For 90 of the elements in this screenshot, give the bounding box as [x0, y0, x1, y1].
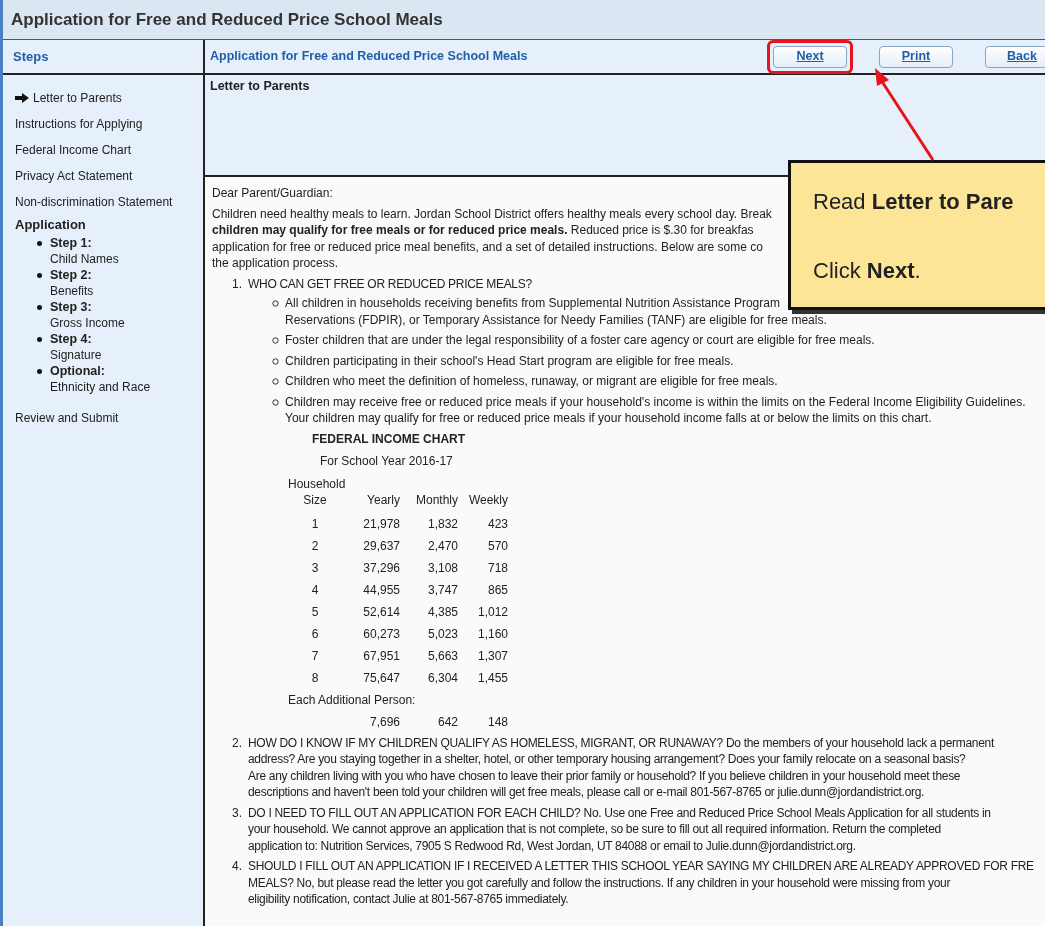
- sidebar-item[interactable]: Step 3: Gross Income: [15, 298, 125, 331]
- bullet-icon: [37, 368, 42, 374]
- bullet-icon: [37, 240, 42, 246]
- table-cell-text: 21,978: [362, 515, 400, 532]
- table-cell-text: 3: [310, 559, 320, 576]
- intro-paragraph: Children need healthy meals to learn. Jordan School District offers healthy meals every school day. Break children may qualify for free meals or for reduced price meals. Reduced price is $.30 for breakfas application for free or reduced price meal benefits, and a set of detailed instructions. Below are some co the application process.: [212, 205, 772, 272]
- column-header: Monthly: [414, 492, 458, 509]
- list-number: 2.: [232, 734, 243, 752]
- list-number: 4.: [232, 858, 243, 875]
- table-cell-text: 6,304: [426, 669, 458, 686]
- sidebar-item[interactable]: Instructions for Applying: [15, 111, 143, 137]
- table-cell-text: 60,273: [362, 625, 400, 642]
- sidebar-group-label: Application: [15, 216, 86, 234]
- table-cell-text: 3,108: [426, 559, 458, 576]
- table-cell-text: 5,663: [426, 647, 458, 664]
- question-text: HOW DO I KNOW IF MY CHILDREN QUALIFY AS HOMELESS, MIGRANT, OR RUNAWAY? Do the members of your household lack a permanent address? Are you staying together in a shelter, hotel, or other temporary housing arrangement? Does your family relocate on a seasonal basis? Are any children living with you who have chosen to leave their prior family or household? If you believe children in your household meet these descriptions and haven't been told your children will get free meals, please call or e-mail 801-567-8765 or julie.dunn@jordandistrict.org.: [248, 734, 994, 801]
- bullet-icon: [272, 337, 279, 344]
- section-title: Letter to Parents: [210, 79, 310, 93]
- table-cell-text: 1,455: [476, 669, 508, 686]
- table-cell-text: 29,637: [362, 537, 400, 554]
- table-cell-text: 865: [486, 581, 508, 598]
- table-cell-text: 1,832: [426, 515, 458, 532]
- table-cell-text: 2,470: [426, 537, 458, 554]
- sidebar-item[interactable]: Letter to Parents: [15, 85, 122, 111]
- sidebar-item[interactable]: Step 1: Child Names: [15, 234, 119, 267]
- sidebar-header: Steps: [13, 47, 49, 66]
- column-header: Household: [288, 475, 346, 492]
- table-cell-text: 4: [310, 581, 320, 598]
- table-cell-text: 1,307: [476, 647, 508, 664]
- table-cell-text: 5: [310, 603, 320, 620]
- table-cell-text: 5,023: [426, 625, 458, 642]
- callout-text: Read Letter to Pare: [813, 188, 1014, 216]
- chart-subtitle: For School Year 2016-17: [319, 453, 453, 470]
- toolbar-button[interactable]: Back: [985, 45, 1045, 68]
- table-cell-text: 1,012: [476, 603, 508, 620]
- bullet-icon: [37, 272, 42, 278]
- table-cell-text: 570: [486, 537, 508, 554]
- table-cell-text: 6: [310, 625, 320, 642]
- toolbar-button[interactable]: Print: [879, 45, 953, 68]
- bullet-text: Foster children that are under the legal responsibility of a foster care agency or court are eligible for free meals.: [285, 332, 875, 349]
- list-number: 1.: [232, 275, 243, 292]
- table-cell-text: 67,951: [362, 647, 400, 664]
- sidebar-item[interactable]: Step 2: Benefits: [15, 266, 94, 299]
- bullet-text: Children may receive free or reduced price meals if your household's income is within the limits on the Federal Income Eligibility Guidelines. Your children may qualify for free or reduced price meals if your household income falls at or below the limits on this chart.: [285, 393, 1026, 427]
- bullet-icon: [272, 300, 279, 307]
- bullet-icon: [37, 336, 42, 342]
- table-cell-text: 37,296: [362, 559, 400, 576]
- toolbar-button[interactable]: Next: [773, 45, 847, 68]
- sidebar-item[interactable]: Review and Submit: [15, 404, 119, 431]
- window-title: Application for Free and Reduced Price School Meals: [11, 8, 443, 31]
- table-cell-text: 3,747: [426, 581, 458, 598]
- sidebar-item[interactable]: Optional: Ethnicity and Race: [15, 362, 151, 395]
- page-header-title: Application for Free and Reduced Price School Meals: [210, 48, 528, 66]
- table-cell-text: 2: [310, 537, 320, 554]
- arrow-icon: [15, 93, 29, 103]
- table-cell-text: 718: [486, 559, 508, 576]
- bullet-text: All children in households receiving benefits from Supplemental Nutrition Assistance Program Reservations (FDPIR), or Temporary Assistance for Needy Families (TANF) are eligible for free meals.: [285, 295, 827, 328]
- bullet-icon: [272, 357, 279, 365]
- column-header: Weekly: [467, 492, 508, 509]
- table-cell-text: 1: [310, 515, 320, 532]
- table-cell-text: 7,696: [368, 714, 400, 731]
- table-cell-text: 8: [310, 669, 320, 686]
- table-cell-text: 148: [486, 714, 508, 731]
- callout-text: Click Next.: [813, 257, 921, 285]
- bullet-text: Children participating in their school's Head Start program are eligible for free meals.: [285, 352, 734, 369]
- chart-title: FEDERAL INCOME CHART: [311, 430, 466, 447]
- row-label: Each Additional Person:: [288, 692, 416, 709]
- table-cell-text: 44,955: [362, 581, 400, 598]
- table-cell-text: 52,614: [362, 603, 400, 620]
- question-text: SHOULD I FILL OUT AN APPLICATION IF I RECEIVED A LETTER THIS SCHOOL YEAR SAYING MY CHILDREN ARE ALREADY APPROVED FOR FRE MEALS? No, but please read the letter you got carefully and follow the instructions. If any children in your household were missing from your eligibility notification, contact Julie at 801-567-8765 immediately.: [248, 858, 1034, 908]
- table-cell-text: 7: [310, 647, 320, 664]
- table-cell-text: 4,385: [426, 603, 458, 620]
- table-cell-text: 75,647: [362, 669, 400, 686]
- question-text: WHO CAN GET FREE OR REDUCED PRICE MEALS?: [248, 275, 532, 292]
- bullet-text: Children who meet the definition of homeless, runaway, or migrant are eligible for free meals.: [285, 373, 778, 390]
- column-header: Yearly: [366, 492, 400, 509]
- question-text: DO I NEED TO FILL OUT AN APPLICATION FOR EACH CHILD? No. Use one Free and Reduced Price School Meals Application for all students in your household. We cannot approve an application that is not complete, so be sure to fill out all required information. Return the completed application to: Nutrition Services, 7905 S Redwood Rd, West Jordan, UT 84088 or email to Julie.dunn@jordandistrict.org.: [248, 804, 991, 854]
- table-cell-text: 423: [486, 515, 508, 532]
- bullet-icon: [272, 378, 279, 385]
- sidebar-item[interactable]: Federal Income Chart: [15, 137, 132, 163]
- bullet-icon: [272, 398, 279, 406]
- sidebar-item[interactable]: Non-discrimination Statement: [15, 189, 173, 215]
- table-cell-text: 642: [436, 714, 458, 731]
- bullet-icon: [37, 304, 42, 310]
- greeting: Dear Parent/Guardian:: [212, 185, 333, 202]
- sidebar-item[interactable]: Privacy Act Statement: [15, 163, 133, 189]
- list-number: 3.: [232, 804, 243, 822]
- table-cell-text: 1,160: [476, 625, 508, 642]
- sidebar-item[interactable]: Step 4: Signature: [15, 330, 102, 363]
- column-header: Size: [302, 492, 328, 509]
